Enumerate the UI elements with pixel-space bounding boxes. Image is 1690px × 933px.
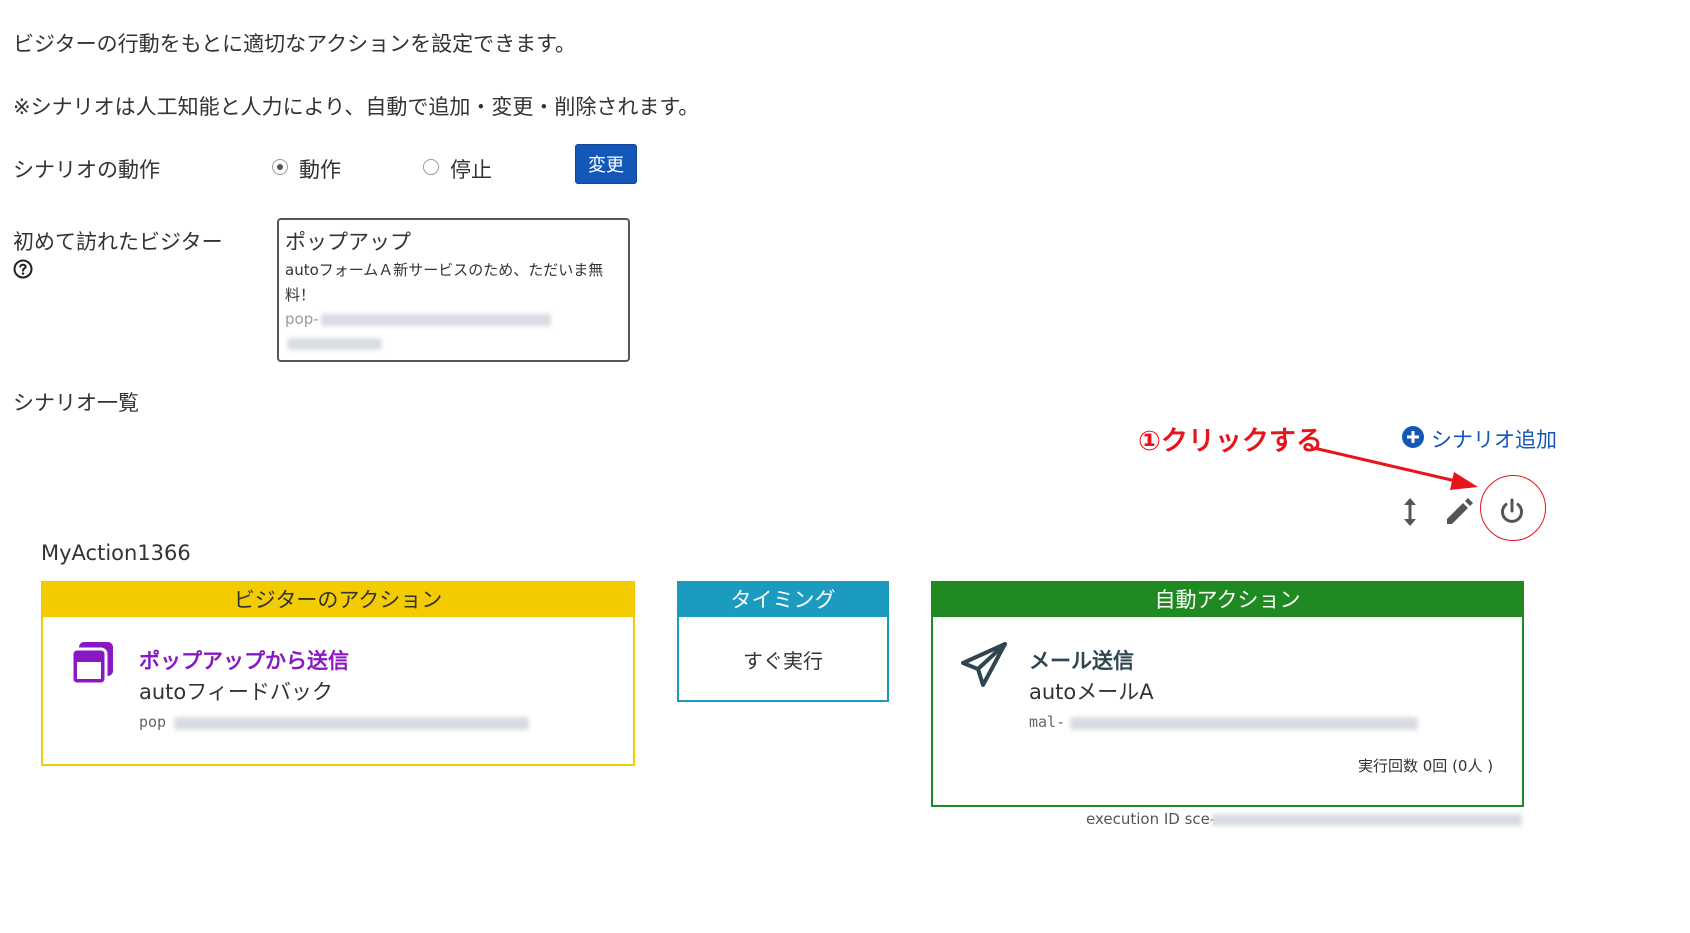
- power-icon[interactable]: [1497, 496, 1527, 526]
- popup-id-prefix: pop-: [285, 310, 319, 328]
- auto-action-subtitle: autoメールA: [1029, 680, 1154, 704]
- plus-circle-icon[interactable]: [1402, 426, 1424, 448]
- first-visitor-popup-card[interactable]: ポップアップ autoフォームＡ新サービスのため、ただいま無料！ pop-: [277, 218, 630, 362]
- change-button[interactable]: 変更: [575, 144, 637, 184]
- visitor-action-card[interactable]: ビジターのアクション ポップアップから送信 autoフィードバック pop: [41, 581, 635, 766]
- add-scenario-link[interactable]: シナリオ追加: [1431, 424, 1557, 454]
- scenario-mode-label: シナリオの動作: [13, 158, 160, 182]
- popup-id-redacted-2: [287, 338, 382, 350]
- visitor-action-subtitle: autoフィードバック: [139, 680, 333, 704]
- timing-value: すぐ実行: [743, 649, 823, 673]
- intro-line-2: ※シナリオは人工知能と人力により、自動で追加・変更・削除されます。: [13, 95, 700, 119]
- visitor-action-header: ビジターのアクション: [43, 583, 633, 617]
- pencil-icon[interactable]: [1444, 497, 1474, 527]
- click-annotation: ①クリックする: [1138, 426, 1323, 457]
- execution-id-redacted: [1212, 814, 1522, 826]
- scenario-list-label: シナリオ一覧: [13, 391, 139, 415]
- visitor-action-id-prefix: pop: [139, 713, 167, 731]
- popup-description: autoフォームＡ新サービスのため、ただいま無料！: [285, 261, 604, 304]
- auto-action-id-redacted: [1070, 717, 1418, 730]
- intro-line-1: ビジターの行動をもとに適切なアクションを設定できます。: [13, 32, 577, 56]
- timing-header: タイミング: [679, 583, 887, 617]
- auto-action-header: 自動アクション: [933, 583, 1522, 617]
- popup-id-redacted: [321, 314, 551, 326]
- radio-run[interactable]: [272, 159, 288, 175]
- visitor-action-id-redacted: [174, 717, 529, 730]
- radio-run-label[interactable]: 動作: [299, 154, 341, 184]
- auto-action-id-prefix: mal-: [1029, 713, 1066, 731]
- radio-stop[interactable]: [423, 159, 439, 175]
- timing-card[interactable]: タイミング すぐ実行: [677, 581, 889, 702]
- exec-count: 実行回数 0回 (0人 ): [1358, 757, 1494, 775]
- execution-id-prefix: execution ID sce-: [1086, 810, 1216, 828]
- sort-vertical-icon[interactable]: [1400, 497, 1420, 527]
- popup-window-icon: [69, 640, 117, 688]
- paper-plane-icon: [959, 641, 1009, 691]
- visitor-action-title: ポップアップから送信: [139, 649, 349, 673]
- auto-action-card[interactable]: 自動アクション メール送信 autoメールA mal- 実行回数 0回 (0人 …: [931, 581, 1524, 807]
- question-circle-icon[interactable]: [13, 259, 33, 279]
- auto-action-title: メール送信: [1029, 649, 1134, 673]
- radio-stop-label[interactable]: 停止: [450, 154, 492, 184]
- popup-title: ポップアップ: [285, 230, 411, 254]
- first-visitor-label: 初めて訪れたビジター: [13, 230, 223, 254]
- scenario-name: MyAction1366: [41, 541, 191, 565]
